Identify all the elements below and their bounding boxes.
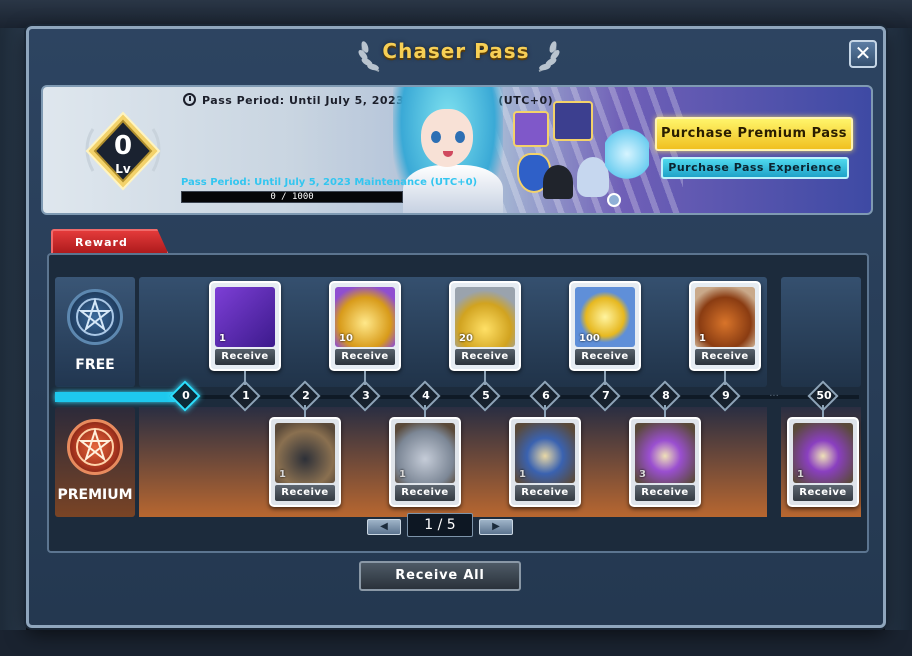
premium-reward-card: 1 Receive [269, 417, 341, 507]
reward-quantity: 3 [639, 469, 646, 480]
premium-reward-card: 3 Receive [629, 417, 701, 507]
level-track-progress [55, 392, 175, 402]
level-node-number: 3 [362, 389, 370, 402]
receive-button[interactable]: Receive [515, 485, 575, 501]
level-node-number: 8 [662, 389, 670, 402]
close-button[interactable]: ✕ [849, 40, 877, 68]
free-row-label: FREE [55, 277, 135, 387]
dialog-title: Chaser Pass [382, 39, 530, 63]
pass-xp-bar: 0 / 1000 [181, 191, 403, 203]
game-background-right [885, 28, 912, 656]
game-background-bottom [0, 630, 912, 656]
purchase-pass-experience-button[interactable]: Purchase Pass Experience [661, 157, 849, 179]
chaser-pass-dialog: Chaser Pass ✕ 0 Lv Pass Period: Until Ju… [26, 26, 886, 628]
premium-row-label: PREMIUM [55, 407, 135, 517]
receive-button[interactable]: Receive [275, 485, 335, 501]
reward-connector [544, 405, 546, 417]
level-node-number: 0 [182, 389, 190, 402]
track-ellipsis: ··· [769, 391, 779, 402]
reward-quantity: 20 [459, 333, 473, 344]
game-background-left [0, 28, 26, 656]
reward-quantity: 100 [579, 333, 600, 344]
pass-xp-text: 0 / 1000 [270, 192, 314, 202]
reward-quantity: 1 [797, 469, 804, 480]
level-node-number: 4 [422, 389, 430, 402]
free-reward-card: 1 Receive [209, 281, 281, 371]
receive-button[interactable]: Receive [635, 485, 695, 501]
free-reward-card: 10 Receive [329, 281, 401, 371]
level-node-number: 50 [816, 389, 832, 402]
reward-quantity: 1 [519, 469, 526, 480]
free-emblem [67, 289, 123, 345]
reward-connector [664, 405, 666, 417]
reward-panel: FREE PREMIUM ··· 0 1 2 3 4 5 6 7 8 9 50 1 Receive 10… [47, 253, 869, 553]
reward-connector [244, 371, 246, 385]
receive-all-button[interactable]: Receive All [359, 561, 521, 591]
reward-quantity: 1 [279, 469, 286, 480]
reward-quantity: 1 [399, 469, 406, 480]
reward-connector [724, 371, 726, 385]
premium-reward-card: 1 Receive [509, 417, 581, 507]
receive-button[interactable]: Receive [335, 349, 395, 365]
page-indicator: 1 / 5 [407, 513, 473, 537]
tab-reward[interactable]: Reward [51, 229, 169, 255]
reward-connector [364, 371, 366, 385]
reward-connector [604, 371, 606, 385]
receive-button[interactable]: Receive [455, 349, 515, 365]
title-bar: Chaser Pass [29, 39, 883, 63]
purchase-premium-pass-button[interactable]: Purchase Premium Pass [655, 117, 853, 151]
banner-items-art [513, 97, 653, 213]
level-node-number: 6 [542, 389, 550, 402]
level-node-number: 5 [482, 389, 490, 402]
reward-connector [484, 371, 486, 385]
free-track-end [781, 277, 861, 387]
receive-button[interactable]: Receive [695, 349, 755, 365]
level-number: 0 [113, 131, 133, 161]
receive-button[interactable]: Receive [793, 485, 853, 501]
reward-quantity: 10 [339, 333, 353, 344]
reward-quantity: 1 [699, 333, 706, 344]
receive-button[interactable]: Receive [215, 349, 275, 365]
reward-connector [304, 405, 306, 417]
prev-page-button[interactable]: ◀ [367, 519, 401, 535]
reward-quantity: 1 [219, 333, 226, 344]
premium-reward-card: 1 Receive [787, 417, 859, 507]
pass-banner: 0 Lv Pass Period: Until July 5, 2023 Mai… [41, 85, 873, 215]
free-label: FREE [75, 357, 115, 373]
reward-connector [424, 405, 426, 417]
close-icon: ✕ [854, 41, 872, 65]
level-node-number: 2 [302, 389, 310, 402]
next-page-button[interactable]: ▶ [479, 519, 513, 535]
level-suffix: Lv [115, 162, 131, 176]
game-background-top [0, 0, 912, 28]
premium-label: PREMIUM [57, 487, 133, 503]
clock-icon [183, 93, 196, 106]
premium-reward-card: 1 Receive [389, 417, 461, 507]
free-reward-card: 20 Receive [449, 281, 521, 371]
premium-emblem [67, 419, 123, 475]
level-node-number: 9 [722, 389, 730, 402]
reward-connector [822, 405, 824, 417]
receive-button[interactable]: Receive [395, 485, 455, 501]
pentagram-icon [76, 297, 114, 336]
pass-period-subtext: Pass Period: Until July 5, 2023 Maintena… [181, 177, 478, 188]
free-reward-card: 1 Receive [689, 281, 761, 371]
receive-button[interactable]: Receive [575, 349, 635, 365]
level-node-number: 1 [242, 389, 250, 402]
pentagram-fire-icon [76, 427, 114, 466]
level-node-number: 7 [602, 389, 610, 402]
free-reward-card: 100 Receive [569, 281, 641, 371]
